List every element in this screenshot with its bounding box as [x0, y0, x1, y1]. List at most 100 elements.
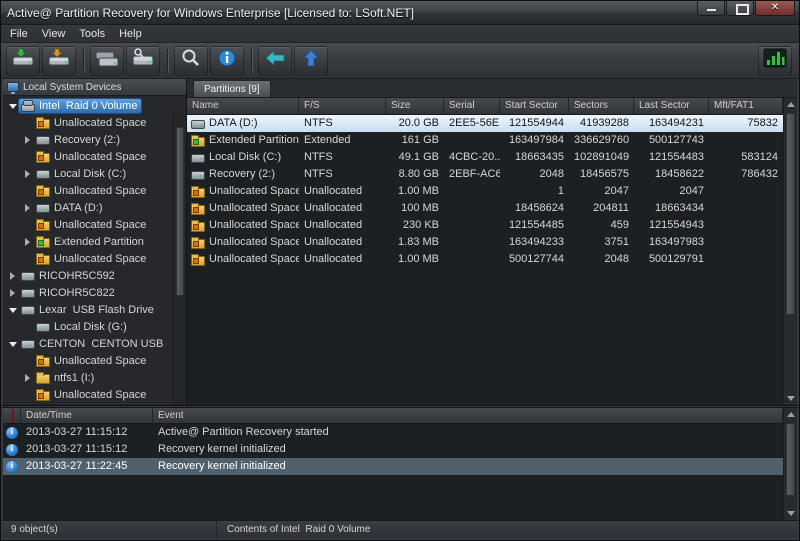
table-scrollbar-thumb[interactable]: [786, 113, 795, 315]
log-header: Date/Time Event: [3, 408, 783, 424]
partition-row-local-disk-c[interactable]: Local Disk (C:) NTFS 49.1 GB 4CBC-20... …: [187, 149, 783, 166]
tree-item-ricohr5c822[interactable]: RICOHR5C822: [3, 284, 186, 301]
collapsed-arrow-icon[interactable]: [21, 136, 34, 144]
info-button[interactable]: [210, 46, 244, 76]
collapsed-arrow-icon[interactable]: [6, 289, 19, 297]
column-header-size[interactable]: Size: [386, 98, 444, 115]
log-row[interactable]: 2013-03-27 11:15:12 Recovery kernel init…: [3, 441, 783, 458]
tree-scrollbar[interactable]: [173, 113, 186, 405]
partition-folder-icon: [36, 374, 50, 384]
open-drive-button[interactable]: [6, 46, 40, 76]
tab-partitions[interactable]: Partitions [9]: [193, 80, 271, 97]
up-button[interactable]: [294, 46, 328, 76]
cell-sectors: 41939288: [569, 115, 634, 132]
tree-item-local-disk-c[interactable]: Local Disk (C:): [3, 165, 186, 182]
tree-item-unallocated-space[interactable]: Unallocated Space: [3, 182, 186, 199]
close-button[interactable]: [755, 1, 795, 16]
drive-image-button[interactable]: [126, 46, 160, 76]
tree-item-lexar-usb[interactable]: Lexar USB Flash Drive: [3, 301, 186, 318]
tree-item-intel-raid-0-volume[interactable]: Intel Raid 0 Volume: [3, 97, 186, 114]
cell-size: 8.80 GB: [386, 166, 444, 183]
log-scrollbar-thumb[interactable]: [786, 423, 795, 496]
collapsed-arrow-icon[interactable]: [21, 204, 34, 212]
tree-item-unallocated-space[interactable]: Unallocated Space: [3, 148, 186, 165]
tree-item-unallocated-space[interactable]: Unallocated Space: [3, 386, 186, 403]
computer-icon: [7, 82, 19, 92]
cell-mft: [709, 251, 783, 268]
scroll-up-icon[interactable]: [784, 98, 797, 111]
log-cell-datetime: 2013-03-27 11:15:12: [21, 441, 153, 458]
cell-fs: NTFS: [299, 115, 386, 132]
tree-item-unallocated-space[interactable]: Unallocated Space: [3, 216, 186, 233]
tree-item-recovery-2[interactable]: Recovery (2:): [3, 131, 186, 148]
menu-help[interactable]: Help: [112, 27, 149, 41]
cell-start-sector: 18458624: [500, 200, 569, 217]
tree-item-ricohr5c592[interactable]: RICOHR5C592: [3, 267, 186, 284]
table-scrollbar[interactable]: [783, 98, 797, 405]
partitions-table-header: Name F/S Size Serial Start Sector Sector…: [187, 98, 783, 115]
tree-item-local-disk-g[interactable]: Local Disk (G:): [3, 318, 186, 335]
menu-view[interactable]: View: [35, 27, 73, 41]
unallocated-folder-icon: [36, 119, 50, 129]
search-button[interactable]: [174, 46, 208, 76]
log-panel: Date/Time Event 2013-03-27 11:15:12 Acti…: [1, 408, 799, 520]
column-header-name[interactable]: Name: [187, 98, 299, 115]
partition-row-unallocated[interactable]: Unallocated Space Unallocated 1.83 MB 16…: [187, 234, 783, 251]
log-column-event[interactable]: Event: [153, 408, 783, 424]
tree-scrollbar-thumb[interactable]: [176, 127, 184, 296]
log-row[interactable]: 2013-03-27 11:15:12 Active@ Partition Re…: [3, 424, 783, 441]
column-header-sectors[interactable]: Sectors: [569, 98, 634, 115]
cell-fs: Unallocated: [299, 183, 386, 200]
partition-row-unallocated[interactable]: Unallocated Space Unallocated 100 MB 184…: [187, 200, 783, 217]
log-severity-column[interactable]: [3, 408, 21, 424]
maximize-button[interactable]: [726, 1, 754, 16]
expanded-arrow-icon[interactable]: [6, 306, 19, 313]
sector-view-button[interactable]: [758, 46, 792, 76]
drive-icon: [191, 120, 205, 129]
scroll-up-icon[interactable]: [784, 408, 797, 421]
expanded-arrow-icon[interactable]: [6, 340, 19, 347]
scan-drive-button[interactable]: [42, 46, 76, 76]
menu-tools[interactable]: Tools: [72, 27, 112, 41]
log-column-datetime[interactable]: Date/Time: [21, 408, 153, 424]
scroll-down-icon[interactable]: [784, 507, 797, 520]
tree-item-unallocated-space[interactable]: Unallocated Space: [3, 114, 186, 131]
partition-row-unallocated[interactable]: Unallocated Space Unallocated 1.00 MB 1 …: [187, 183, 783, 200]
tree-item-centon-usb[interactable]: CENTON CENTON USB: [3, 335, 186, 352]
column-header-fs[interactable]: F/S: [299, 98, 386, 115]
tree-item-unallocated-space[interactable]: Unallocated Space: [3, 352, 186, 369]
log-scrollbar[interactable]: [783, 408, 797, 520]
tabbar: Partitions [9]: [187, 79, 797, 98]
devices-panel: Local System Devices Intel Raid 0 Volume…: [3, 79, 187, 405]
raid-volume-icon: [21, 104, 35, 112]
recover-drive-button[interactable]: [90, 46, 124, 76]
cell-fs: Unallocated: [299, 251, 386, 268]
partition-row-data-d[interactable]: DATA (D:) NTFS 20.0 GB 2EE5-56E1 1215549…: [187, 115, 783, 132]
collapsed-arrow-icon[interactable]: [21, 374, 34, 382]
column-header-mft-fat1[interactable]: Mft/FAT1: [709, 98, 783, 115]
minimize-button[interactable]: [697, 1, 725, 16]
collapsed-arrow-icon[interactable]: [21, 170, 34, 178]
log-row[interactable]: 2013-03-27 11:22:45 Recovery kernel init…: [3, 458, 783, 475]
column-header-start-sector[interactable]: Start Sector: [500, 98, 569, 115]
column-header-last-sector[interactable]: Last Sector: [634, 98, 709, 115]
device-icon: [21, 272, 35, 281]
partition-row-recovery[interactable]: Recovery (2:) NTFS 8.80 GB 2EBF-AC6F 204…: [187, 166, 783, 183]
scroll-down-icon[interactable]: [784, 392, 797, 405]
partition-row-unallocated[interactable]: Unallocated Space Unallocated 230 KB 121…: [187, 217, 783, 234]
tree-item-ntfs1-i[interactable]: ntfs1 (I:): [3, 369, 186, 386]
partition-row-extended[interactable]: Extended Partition Extended 161 GB 16349…: [187, 132, 783, 149]
column-header-serial[interactable]: Serial: [444, 98, 500, 115]
collapsed-arrow-icon[interactable]: [6, 272, 19, 280]
back-button[interactable]: [258, 46, 292, 76]
collapsed-arrow-icon[interactable]: [21, 238, 34, 246]
partition-row-unallocated[interactable]: Unallocated Space Unallocated 1.00 MB 50…: [187, 251, 783, 268]
extended-partition-folder-icon: [191, 137, 205, 147]
unallocated-folder-icon: [191, 256, 205, 266]
tree-item-unallocated-space[interactable]: Unallocated Space: [3, 250, 186, 267]
tree-item-data-d[interactable]: DATA (D:): [3, 199, 186, 216]
tree-item-extended-partition[interactable]: Extended Partition: [3, 233, 186, 250]
menu-file[interactable]: File: [3, 27, 35, 41]
cell-mft: 75832: [709, 115, 783, 132]
expanded-arrow-icon[interactable]: [6, 102, 19, 109]
